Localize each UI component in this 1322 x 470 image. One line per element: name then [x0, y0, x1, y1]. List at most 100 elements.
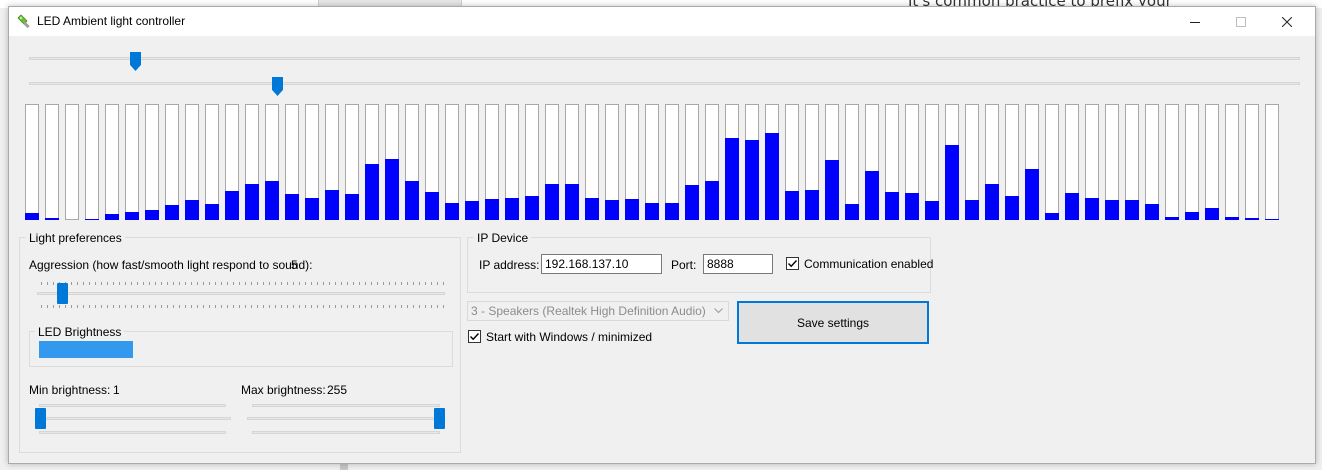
spectrum-bar-level	[685, 185, 699, 220]
min-brightness-track	[35, 417, 231, 420]
close-icon	[1282, 16, 1292, 27]
spectrum-bar	[85, 104, 99, 220]
spectrum-bar	[885, 104, 899, 220]
spectrum-bar	[1125, 104, 1139, 220]
spectrum-bar-level	[785, 191, 799, 220]
aggression-track	[37, 292, 445, 295]
spectrum-bar	[905, 104, 919, 220]
max-brightness-value: 255	[327, 383, 348, 397]
spectrum-bar	[545, 104, 559, 220]
led-brightness-legend: LED Brightness	[35, 325, 125, 339]
spectrum-bar	[25, 104, 39, 220]
min-brightness-ticks-top	[39, 404, 226, 407]
top-slider-2-thumb[interactable]	[272, 77, 283, 96]
max-brightness-thumb[interactable]	[434, 408, 445, 429]
spectrum-bar-level	[605, 200, 619, 220]
max-brightness-ticks-top	[252, 404, 440, 407]
spectrum-bar-level	[1045, 213, 1059, 220]
spectrum-bar-level	[185, 200, 199, 220]
spectrum-bar	[985, 104, 999, 220]
spectrum-bar-level	[165, 205, 179, 220]
spectrum-bar	[1005, 104, 1019, 220]
communication-enabled-label: Communication enabled	[804, 257, 934, 271]
spectrum-bar	[245, 104, 259, 220]
spectrum-bar	[65, 104, 79, 220]
spectrum-bar	[745, 104, 759, 220]
spectrum-bar-level	[325, 190, 339, 220]
spectrum-bar-level	[1245, 218, 1259, 220]
spectrum-bar-level	[725, 138, 739, 220]
spectrum-bar	[45, 104, 59, 220]
minimize-icon	[1190, 21, 1200, 23]
max-brightness-ticks-bottom	[252, 431, 440, 434]
spectrum-bar-level	[905, 193, 919, 220]
light-preferences-legend: Light preferences	[26, 231, 125, 245]
spectrum-bar-level	[1105, 200, 1119, 220]
spectrum-bar	[625, 104, 639, 220]
spectrum-visualizer	[25, 104, 1308, 220]
spectrum-bar-level	[345, 194, 359, 220]
spectrum-bar	[305, 104, 319, 220]
close-button[interactable]	[1264, 7, 1310, 36]
spectrum-bar	[165, 104, 179, 220]
spectrum-bar	[125, 104, 139, 220]
spectrum-bar-level	[505, 198, 519, 220]
spectrum-bar	[1065, 104, 1079, 220]
spectrum-bar-level	[365, 164, 379, 220]
top-slider-1-thumb[interactable]	[130, 52, 141, 71]
start-with-windows-checkbox[interactable]	[468, 330, 481, 343]
ip-address-input[interactable]: 192.168.137.10	[541, 254, 662, 274]
spectrum-bar-level	[985, 184, 999, 220]
checkmark-icon	[788, 260, 798, 268]
aggression-ticks-bottom	[41, 305, 445, 308]
spectrum-bar-level	[625, 199, 639, 220]
spectrum-bar-level	[125, 212, 139, 220]
spectrum-bar	[765, 104, 779, 220]
spectrum-bar-level	[965, 200, 979, 220]
min-brightness-thumb[interactable]	[35, 408, 46, 429]
spectrum-bar-level	[45, 218, 59, 220]
max-brightness-track	[247, 417, 443, 420]
spectrum-bar	[485, 104, 499, 220]
audio-device-select[interactable]: 3 - Speakers (Realtek High Definition Au…	[467, 301, 729, 321]
app-window: LED Ambient light controller Light prefe…	[8, 6, 1316, 464]
spectrum-bar	[205, 104, 219, 220]
spectrum-bar	[1165, 104, 1179, 220]
aggression-thumb[interactable]	[57, 283, 68, 304]
spectrum-bar	[425, 104, 439, 220]
spectrum-bar	[265, 104, 279, 220]
spectrum-bar	[525, 104, 539, 220]
port-input[interactable]: 8888	[703, 254, 773, 274]
spectrum-bar	[605, 104, 619, 220]
spectrum-bar-level	[865, 171, 879, 220]
spectrum-bar-level	[25, 213, 39, 220]
spectrum-bar-level	[565, 184, 579, 220]
save-settings-button[interactable]: Save settings	[737, 301, 929, 344]
title-bar[interactable]: LED Ambient light controller	[9, 7, 1315, 36]
spectrum-bar	[185, 104, 199, 220]
maximize-button[interactable]	[1218, 7, 1264, 36]
spectrum-bar	[1085, 104, 1099, 220]
spectrum-bar-level	[1265, 219, 1279, 220]
spectrum-bar-level	[585, 198, 599, 220]
min-brightness-value: 1	[113, 383, 120, 397]
spectrum-bar	[405, 104, 419, 220]
spectrum-bar-level	[1025, 169, 1039, 220]
spectrum-bar-level	[385, 159, 399, 220]
min-brightness-label: Min brightness:	[29, 383, 111, 397]
spectrum-bar	[725, 104, 739, 220]
spectrum-bar-level	[945, 145, 959, 220]
spectrum-bar-level	[1225, 217, 1239, 220]
spectrum-bar	[365, 104, 379, 220]
spectrum-bar	[465, 104, 479, 220]
minimize-button[interactable]	[1172, 7, 1218, 36]
spectrum-bar-level	[465, 201, 479, 220]
spectrum-bar-level	[265, 181, 279, 220]
communication-enabled-checkbox[interactable]	[786, 257, 799, 270]
spectrum-bar	[345, 104, 359, 220]
spectrum-bar	[225, 104, 239, 220]
checkmark-icon	[470, 333, 480, 341]
spectrum-bar-level	[85, 219, 99, 220]
spectrum-bar-level	[925, 201, 939, 220]
spectrum-bar	[705, 104, 719, 220]
